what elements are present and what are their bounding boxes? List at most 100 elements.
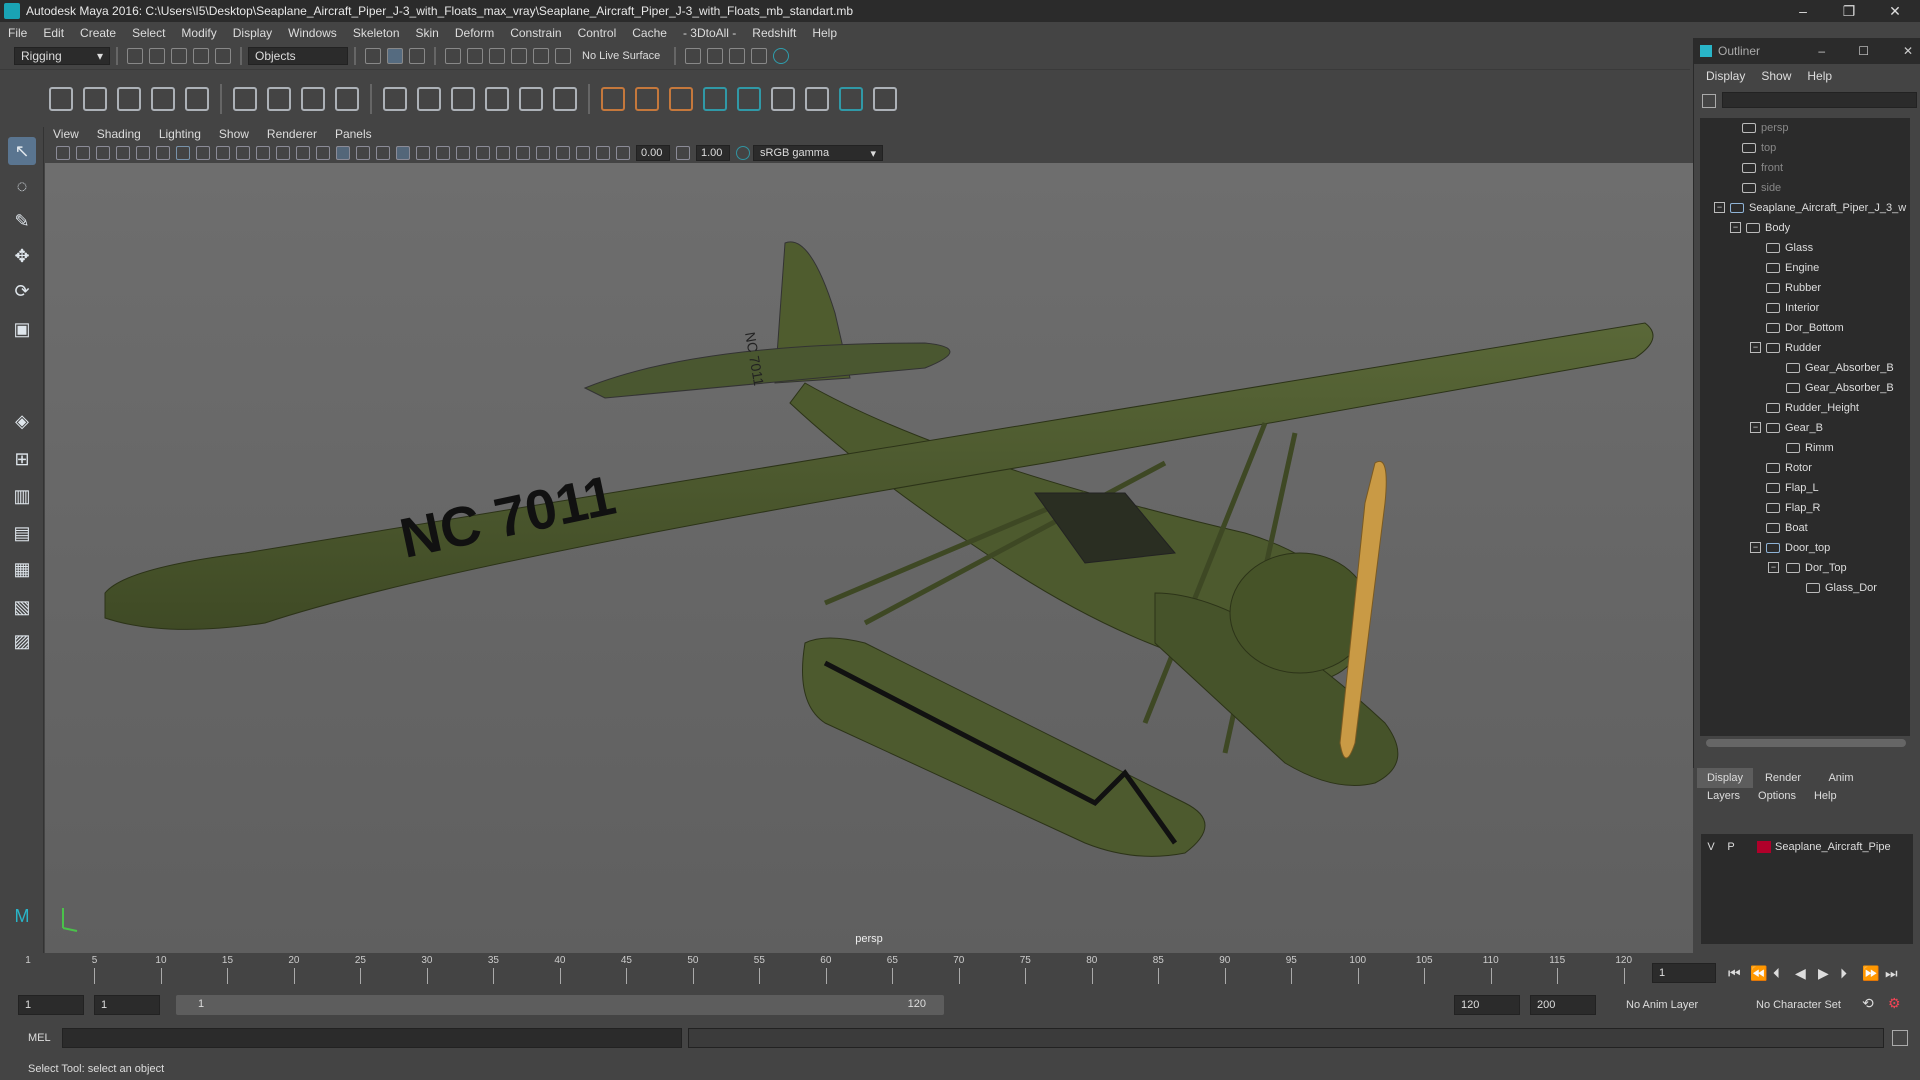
maya-home-icon[interactable]: M: [8, 902, 36, 930]
playback-end-field[interactable]: 120: [1454, 995, 1520, 1015]
tree-item-persp[interactable]: persp: [1742, 118, 1789, 138]
point-constraint-icon[interactable]: [383, 86, 407, 111]
bind-skin-icon[interactable]: [233, 86, 257, 111]
image-plane-icon[interactable]: [116, 146, 130, 160]
tree-item-door-top[interactable]: Door_top: [1766, 538, 1830, 558]
collapse-icon[interactable]: −: [1714, 202, 1725, 213]
script-editor-icon[interactable]: [1892, 1030, 1908, 1046]
playback-start-field[interactable]: 1: [94, 995, 160, 1015]
safe-action-icon[interactable]: [276, 146, 290, 160]
gate-mask-icon[interactable]: [236, 146, 250, 160]
isolate-select-icon[interactable]: [536, 146, 550, 160]
paint-weights-icon[interactable]: [267, 86, 291, 111]
panel-menu-lighting[interactable]: Lighting: [159, 127, 201, 141]
menu-constrain[interactable]: Constrain: [510, 26, 561, 40]
tree-item-front[interactable]: front: [1742, 158, 1783, 178]
quick-rig-icon[interactable]: [771, 86, 795, 111]
layout-persp-graph-icon[interactable]: ▦: [8, 555, 36, 583]
outliner-search-field[interactable]: [1722, 92, 1917, 108]
tree-item-side[interactable]: side: [1742, 178, 1781, 198]
collapse-icon[interactable]: −: [1768, 562, 1779, 573]
tab-display[interactable]: Display: [1697, 768, 1753, 788]
snap-grid-icon[interactable]: [445, 48, 461, 64]
layer-visibility-toggle[interactable]: V: [1701, 841, 1721, 853]
outliner-menu-help[interactable]: Help: [1807, 69, 1832, 83]
insert-joint-icon[interactable]: [151, 86, 175, 111]
outliner-minimize-icon[interactable]: –: [1818, 44, 1825, 58]
lasso-tool-icon[interactable]: ◌: [8, 172, 36, 200]
collapse-icon[interactable]: −: [1750, 422, 1761, 433]
snap-live-icon[interactable]: [555, 48, 571, 64]
field-chart-icon[interactable]: [256, 146, 270, 160]
render-frame-icon[interactable]: [707, 48, 724, 64]
default-material-icon[interactable]: [356, 146, 370, 160]
animation-start-field[interactable]: 1: [18, 995, 84, 1015]
time-slider[interactable]: 1 5 10 15 20 25 30 35 40 45 50 55 60 65 70 75 80 85 90 95 1…: [0, 953, 1920, 989]
go-to-end-icon[interactable]: ⏭: [1885, 965, 1898, 982]
snap-curve-icon[interactable]: [467, 48, 483, 64]
layout-outliner-icon[interactable]: ▧: [8, 593, 36, 621]
wireframe-on-shaded-icon[interactable]: [376, 146, 390, 160]
use-all-lights-icon[interactable]: [416, 146, 430, 160]
range-slider[interactable]: 1 120: [176, 995, 944, 1015]
anim-layer-dropdown[interactable]: No Anim Layer: [1620, 995, 1740, 1015]
panel-menu-view[interactable]: View: [53, 127, 79, 141]
layout-four-icon[interactable]: ▥: [8, 482, 36, 510]
grease-pencil-icon[interactable]: [156, 146, 170, 160]
select-tool-icon[interactable]: ↖: [8, 137, 36, 165]
step-back-key-icon[interactable]: ⏪: [1750, 965, 1767, 982]
anti-aliasing-icon[interactable]: [496, 146, 510, 160]
tree-item-rudder-height[interactable]: Rudder_Height: [1766, 398, 1859, 418]
play-forwards-icon[interactable]: ▶: [1818, 965, 1829, 982]
animation-end-field[interactable]: 200: [1530, 995, 1596, 1015]
new-scene-icon[interactable]: [127, 48, 143, 64]
tree-item-interior[interactable]: Interior: [1766, 298, 1819, 318]
close-button[interactable]: ✕: [1872, 0, 1918, 22]
menu-select[interactable]: Select: [132, 26, 165, 40]
layout-custom-icon[interactable]: ▨: [8, 627, 36, 655]
custom-rig-icon[interactable]: [873, 86, 897, 111]
textured-icon[interactable]: [396, 146, 410, 160]
cluster-icon[interactable]: [335, 86, 359, 111]
ik-handle-icon[interactable]: [83, 86, 107, 111]
scale-constraint-icon[interactable]: [485, 86, 509, 111]
current-frame-field[interactable]: 1: [1652, 963, 1716, 983]
menu-windows[interactable]: Windows: [288, 26, 337, 40]
shadows-icon[interactable]: [436, 146, 450, 160]
hik-rig-icon[interactable]: [669, 86, 693, 111]
outliner-hscrollbar[interactable]: [1706, 739, 1906, 747]
menu-file[interactable]: File: [8, 26, 27, 40]
layout-two-icon[interactable]: ▤: [8, 519, 36, 547]
outliner-tree[interactable]: persp top front side − Seaplane_Aircraft…: [1700, 118, 1910, 736]
last-tool-icon[interactable]: ◈: [8, 407, 36, 435]
tree-item-rimm[interactable]: Rimm: [1786, 438, 1834, 458]
paint-select-icon[interactable]: ✎: [8, 207, 36, 235]
tree-item-rotor[interactable]: Rotor: [1766, 458, 1812, 478]
menu-skeleton[interactable]: Skeleton: [353, 26, 400, 40]
parent-constraint-icon[interactable]: [519, 86, 543, 111]
tree-item-glass-dor[interactable]: Glass_Dor: [1806, 578, 1877, 598]
safe-title-icon[interactable]: [296, 146, 310, 160]
hik-rig-tool-icon[interactable]: [805, 86, 829, 111]
menu-display[interactable]: Display: [233, 26, 272, 40]
play-backwards-icon[interactable]: ◀: [1795, 965, 1806, 982]
open-scene-icon[interactable]: [149, 48, 165, 64]
tree-item-flap-l[interactable]: Flap_L: [1766, 478, 1819, 498]
redo-icon[interactable]: [215, 48, 231, 64]
tree-item-flap-r[interactable]: Flap_R: [1766, 498, 1820, 518]
tree-item-gear-absorber-2[interactable]: Gear_Absorber_B: [1786, 378, 1894, 398]
layer-color-swatch[interactable]: [1757, 841, 1771, 853]
view-transform-dropdown[interactable]: sRGB gamma ▾: [753, 145, 883, 161]
tree-item-boat[interactable]: Boat: [1766, 518, 1808, 538]
auto-key-icon[interactable]: ⟲: [1862, 995, 1874, 1012]
select-object-icon[interactable]: [387, 48, 403, 64]
menu-modify[interactable]: Modify: [181, 26, 216, 40]
step-forward-key-icon[interactable]: ⏩: [1862, 965, 1879, 982]
layout-single-icon[interactable]: ⊞: [8, 445, 36, 473]
tree-item-dor-bottom[interactable]: Dor_Bottom: [1766, 318, 1844, 338]
screen-space-ao-icon[interactable]: [456, 146, 470, 160]
motion-blur-icon[interactable]: [476, 146, 490, 160]
lattice-icon[interactable]: [301, 86, 325, 111]
tree-item-gear-absorber-1[interactable]: Gear_Absorber_B: [1786, 358, 1894, 378]
hik-skeleton-icon[interactable]: [635, 86, 659, 111]
